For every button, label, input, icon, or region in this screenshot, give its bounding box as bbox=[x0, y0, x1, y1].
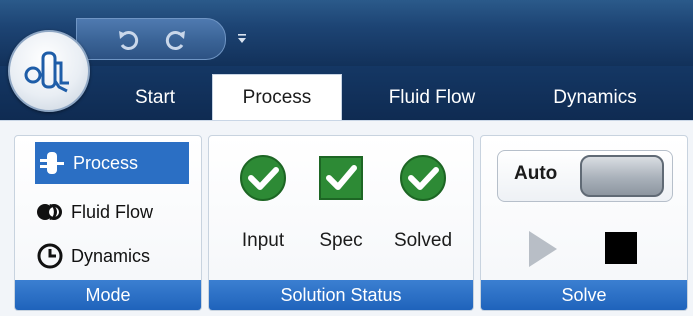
status-spec-label: Spec bbox=[319, 230, 363, 251]
toggle-switch-knob[interactable] bbox=[580, 155, 664, 197]
tab-dynamics[interactable]: Dynamics bbox=[520, 76, 670, 120]
mode-dynamics-label: Dynamics bbox=[71, 245, 151, 266]
play-icon bbox=[529, 231, 557, 267]
ribbon-tab-strip: Start Process Fluid Flow Dynamics bbox=[0, 66, 693, 120]
solution-status-group-label: Solution Status bbox=[209, 280, 473, 310]
undo-icon bbox=[119, 31, 139, 50]
tab-start[interactable]: Start bbox=[110, 76, 200, 120]
check-square-icon bbox=[319, 156, 363, 200]
mode-process-label: Process bbox=[73, 152, 139, 173]
solve-group-label: Solve bbox=[481, 280, 687, 310]
mode-group: Process Fluid Flow Dynamics Mode bbox=[14, 135, 202, 311]
status-input[interactable]: Input bbox=[223, 154, 303, 274]
chevron-down-icon bbox=[238, 34, 246, 43]
stop-button[interactable] bbox=[605, 232, 637, 264]
mode-fluid-flow-button[interactable]: Fluid Flow bbox=[33, 191, 189, 233]
status-solved-label: Solved bbox=[393, 230, 453, 251]
auto-solve-toggle[interactable]: Auto bbox=[497, 150, 673, 202]
tab-process[interactable]: Process bbox=[212, 74, 342, 120]
status-spec[interactable]: Spec bbox=[301, 154, 381, 274]
status-input-label: Input bbox=[241, 230, 285, 251]
title-bar bbox=[0, 0, 693, 66]
fluid-flow-icon bbox=[33, 197, 67, 227]
check-circle-icon bbox=[400, 155, 446, 201]
auto-toggle-label: Auto bbox=[514, 163, 558, 184]
customize-toolbar-button[interactable] bbox=[234, 30, 250, 48]
mode-group-label: Mode bbox=[15, 280, 201, 310]
run-button[interactable] bbox=[525, 228, 561, 270]
undo-button[interactable] bbox=[115, 26, 143, 54]
redo-icon bbox=[165, 31, 185, 50]
application-button[interactable] bbox=[8, 30, 90, 112]
solve-group: Auto Solve bbox=[480, 135, 688, 311]
quick-access-toolbar bbox=[76, 18, 226, 60]
app-logo-icon bbox=[24, 51, 69, 93]
mode-process-button[interactable]: Process bbox=[35, 142, 189, 184]
mode-dynamics-button[interactable]: Dynamics bbox=[33, 235, 189, 277]
tab-fluid-flow[interactable]: Fluid Flow bbox=[362, 76, 502, 120]
clock-icon bbox=[33, 241, 67, 271]
mode-fluid-flow-label: Fluid Flow bbox=[71, 201, 154, 222]
ribbon-panel: Process Fluid Flow Dynamics Mode Input S… bbox=[0, 120, 693, 316]
status-solved[interactable]: Solved bbox=[383, 154, 463, 274]
solution-status-group: Input Spec Solved Solution Status bbox=[208, 135, 474, 311]
check-circle-icon bbox=[240, 155, 286, 201]
redo-button[interactable] bbox=[161, 26, 189, 54]
process-icon bbox=[35, 148, 69, 178]
